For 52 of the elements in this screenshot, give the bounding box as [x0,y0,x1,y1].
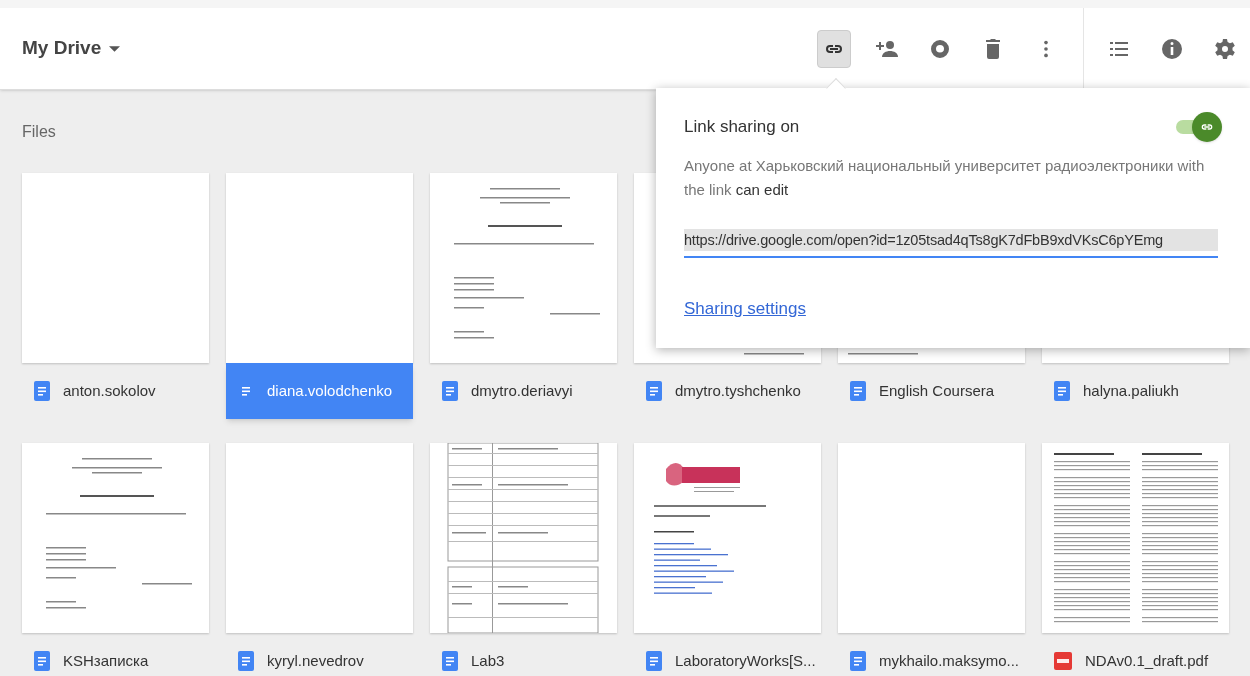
document-thumbnail[interactable] [838,443,1025,633]
file-name: anton.sokolov [63,380,156,401]
document-thumbnail[interactable] [430,443,617,633]
document-thumbnail[interactable] [634,443,821,633]
file-name-bar[interactable]: anton.sokolov [22,363,209,419]
file-name: mykhailo.maksymo... [879,650,1020,671]
file-name: Lab3 [471,650,505,671]
document-icon [442,651,458,671]
document-thumbnail[interactable] [226,173,413,363]
document-icon [1054,381,1070,401]
file-name-bar[interactable]: dmytro.tyshchenko [634,363,821,419]
document-thumbnail[interactable] [22,173,209,363]
link-icon[interactable] [817,29,851,68]
sharing-settings-link[interactable]: Sharing settings [684,296,806,322]
document-thumbnail[interactable] [1042,443,1229,633]
file-name-bar[interactable]: English Coursera [838,363,1025,419]
document-thumbnail[interactable] [22,443,209,633]
file-name: halyna.paliukh [1083,380,1179,401]
document-icon [646,381,662,401]
document-icon [850,381,866,401]
file-name-bar[interactable]: mykhailo.maksymo... [838,633,1025,676]
popup-title: Link sharing on [684,116,800,139]
file-name: dmytro.deriavyi [471,380,573,401]
file-name: LaboratoryWorks[S... [675,650,816,671]
document-icon [238,651,254,671]
file-name-bar[interactable]: dmytro.deriavyi [430,363,617,419]
link-sharing-toggle[interactable] [1176,112,1222,142]
document-icon [850,651,866,671]
file-name: KSHзаписка [63,650,149,671]
file-name: diana.volodchenko [267,380,393,401]
section-heading: Files [22,122,56,142]
file-name-bar[interactable]: NDAv0.1_draft.pdf [1042,633,1229,676]
file-name-bar[interactable]: LaboratoryWorks[S... [634,633,821,676]
file-name-bar[interactable]: halyna.paliukh [1042,363,1229,419]
file-name: English Coursera [879,380,995,401]
document-icon [442,381,458,401]
sharing-description: Anyone at Харьковский национальный университет радиоэлектроники with the link can edit [684,156,1206,200]
dropdown-caret-icon[interactable] [109,45,121,52]
file-name-bar[interactable]: Lab3 [430,633,617,676]
document-icon [34,651,50,671]
file-name: kyryl.nevedrov [267,650,364,671]
document-thumbnail[interactable] [430,173,617,363]
pdf-file-icon [1054,652,1072,670]
page-title: My Drive [22,36,102,61]
document-icon [34,381,50,401]
file-name-bar[interactable]: diana.volodchenko [226,363,413,419]
file-name: NDAv0.1_draft.pdf [1085,650,1209,671]
file-name-bar[interactable]: kyryl.nevedrov [226,633,413,676]
document-thumbnail[interactable] [226,443,413,633]
document-icon [646,651,662,671]
file-name-bar[interactable]: KSHзаписка [22,633,209,676]
file-name: dmytro.tyshchenko [675,380,801,401]
